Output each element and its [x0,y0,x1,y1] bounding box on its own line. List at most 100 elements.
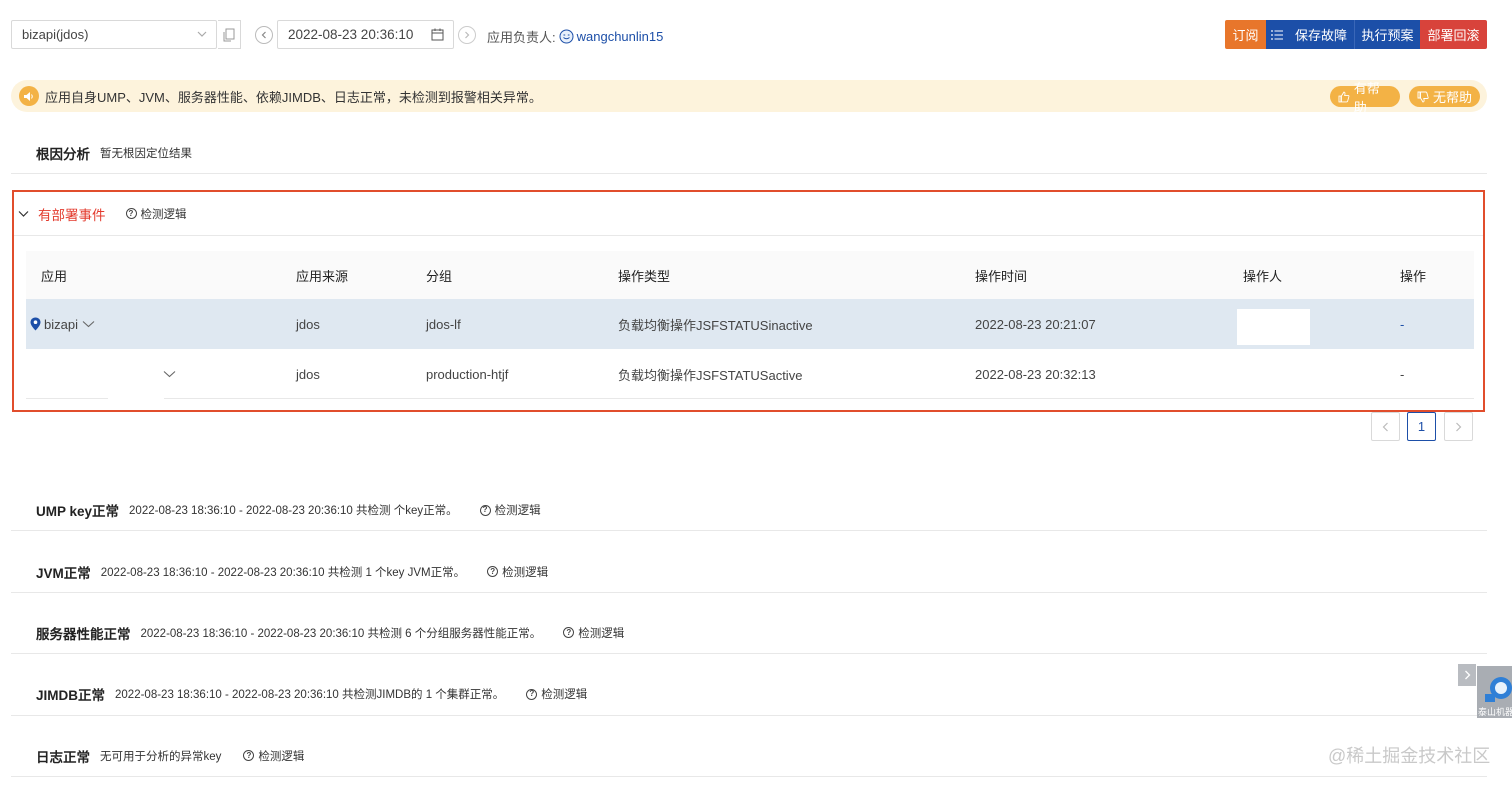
detection-logic-link[interactable]: ? 检测逻辑 [563,625,624,641]
app-cell[interactable] [163,349,176,399]
question-circle-icon: ? [479,504,491,516]
operator-cell [1237,309,1310,345]
root-cause-title: 根因分析 [36,146,90,162]
deploy-event-panel: 有部署事件 ? 检测逻辑 应用 应用来源 分组 操作类型 操作时间 操作人 操作… [12,190,1485,412]
section-title: 服务器性能正常 [36,626,131,642]
speaker-icon [19,86,39,106]
detection-logic-label: 检测逻辑 [258,750,305,763]
section-title: JVM正常 [36,565,91,581]
column-header: 操作时间 [975,268,1028,284]
copy-button[interactable] [218,20,241,49]
section-desc: 2022-08-23 18:36:10 - 2022-08-23 20:36:1… [100,566,466,579]
app-select-value: bizapi(jdos) [22,27,89,42]
chevron-down-icon[interactable] [18,210,29,218]
location-pin-icon [30,317,41,331]
prev-time-button[interactable] [255,26,273,44]
action-cell[interactable]: - [1400,299,1404,349]
jimdb-section: JIMDB正常 2022-08-23 18:36:10 - 2022-08-23… [11,673,1487,716]
jvm-section: JVM正常 2022-08-23 18:36:10 - 2022-08-23 2… [11,551,1487,593]
datetime-picker[interactable]: 2022-08-23 20:36:10 [277,20,454,49]
table-row[interactable]: bizapi jdos jdos-lf 负载均衡操作JSFSTATUSinact… [26,299,1474,349]
detection-logic-label: 检测逻辑 [494,505,541,517]
pagination-prev[interactable] [1371,412,1400,441]
exec-plan-button[interactable]: 执行预案 [1354,20,1420,49]
thumb-down-icon [1417,91,1429,102]
app-cell[interactable]: bizapi [30,299,95,349]
group-cell: production-htjf [426,366,509,382]
section-desc: 2022-08-23 18:36:10 - 2022-08-23 20:36:1… [115,689,505,701]
detection-logic-label: 检测逻辑 [578,627,625,640]
ump-key-section: UMP key正常 2022-08-23 18:36:10 - 2022-08-… [11,490,1487,531]
row-divider [164,398,1474,399]
robot-icon: 泰山机器人 [1477,666,1512,718]
question-circle-icon: ? [563,627,575,638]
notice-banner: 应用自身UMP、JVM、服务器性能、依赖JIMDB、日志正常，未检测到报警相关异… [11,80,1487,115]
top-toolbar: bizapi(jdos) 2022-08-23 20:36:10 应用负责人: … [0,0,1512,70]
copy-icon [223,28,235,41]
next-time-button[interactable] [458,26,476,44]
detection-logic-link[interactable]: ? 检测逻辑 [243,748,304,764]
section-title: 日志正常 [36,749,90,765]
rollback-button[interactable]: 部署回滚 [1420,20,1487,49]
chevron-down-icon[interactable] [163,370,176,378]
question-circle-icon: ? [243,750,255,761]
detection-logic-link[interactable]: ? 检测逻辑 [479,502,541,518]
operation-type-cell: 负载均衡操作JSFSTATUSactive [618,367,803,383]
root-cause-desc: 暂无根因定位结果 [100,147,192,160]
detection-logic-label: 检测逻辑 [502,566,549,579]
section-title: UMP key正常 [36,504,120,519]
column-header: 应用来源 [296,268,349,284]
server-performance-section: 服务器性能正常 2022-08-23 18:36:10 - 2022-08-23… [11,612,1487,654]
action-button-group: 订阅 保存故障 执行预案 部署回滚 [1225,20,1487,49]
table-row[interactable]: jdos production-htjf 负载均衡操作JSFSTATUSacti… [26,349,1474,399]
chevron-down-icon[interactable] [82,320,95,328]
column-header: 操作类型 [618,268,671,284]
pagination-page[interactable]: 1 [1407,412,1436,441]
subscribe-button[interactable]: 订阅 [1225,20,1266,49]
question-circle-icon: ? [526,688,538,700]
unhelpful-label: 无帮助 [1433,90,1473,105]
log-section: 日志正常 无可用于分析的异常key ? 检测逻辑 [11,735,1487,777]
unhelpful-button[interactable]: 无帮助 [1409,86,1480,107]
section-title: JIMDB正常 [36,688,106,703]
robot-assistant[interactable]: 泰山机器人 [1458,664,1512,718]
row-divider [26,398,108,399]
chevron-right-icon [1456,422,1462,431]
next-circle-icon [465,31,470,39]
chevron-down-icon [197,31,207,37]
collapse-toggle[interactable] [1458,664,1476,686]
section-desc: 2022-08-23 18:36:10 - 2022-08-23 20:36:1… [140,627,542,640]
source-cell: jdos [296,316,320,332]
action-cell: - [1400,366,1405,382]
detection-logic-link[interactable]: ? 检测逻辑 [487,564,548,580]
source-cell: jdos [296,366,320,382]
detection-logic-label: 检测逻辑 [140,208,187,221]
list-button[interactable] [1266,20,1288,49]
question-circle-icon: ? [125,208,137,219]
deploy-event-title: 有部署事件 [38,207,106,223]
section-desc: 2022-08-23 18:36:10 - 2022-08-23 20:36:1… [129,505,458,517]
app-name: bizapi [44,316,78,332]
app-owner: 应用负责人: wangchunlin15 [487,27,663,46]
chevron-left-icon [1382,422,1388,431]
watermark: @稀土掘金技术社区 [1328,746,1491,766]
deploy-event-header[interactable]: 有部署事件 ? 检测逻辑 [14,192,1483,236]
helpful-label: 有帮助 [1353,80,1380,115]
owner-name-link[interactable]: wangchunlin15 [577,29,664,44]
detection-logic-link[interactable]: ? 检测逻辑 [526,686,587,702]
pagination-next[interactable] [1444,412,1473,441]
root-cause-section: 根因分析 暂无根因定位结果 [11,132,1487,174]
notice-text: 应用自身UMP、JVM、服务器性能、依赖JIMDB、日志正常，未检测到报警相关异… [45,89,542,105]
column-header: 操作人 [1243,268,1283,284]
app-select[interactable]: bizapi(jdos) [11,20,217,49]
helpful-button[interactable]: 有帮助 [1330,81,1400,115]
section-desc: 无可用于分析的异常key [100,750,222,763]
column-header: 分组 [426,268,453,284]
question-circle-icon: ? [487,566,499,577]
column-header: 应用 [41,268,68,284]
detection-logic-link[interactable]: ? 检测逻辑 [125,206,187,222]
save-fault-button[interactable]: 保存故障 [1288,20,1354,49]
thumb-up-icon [1338,91,1350,102]
owner-label: 应用负责人: [487,30,556,45]
detection-logic-label: 检测逻辑 [541,689,588,701]
